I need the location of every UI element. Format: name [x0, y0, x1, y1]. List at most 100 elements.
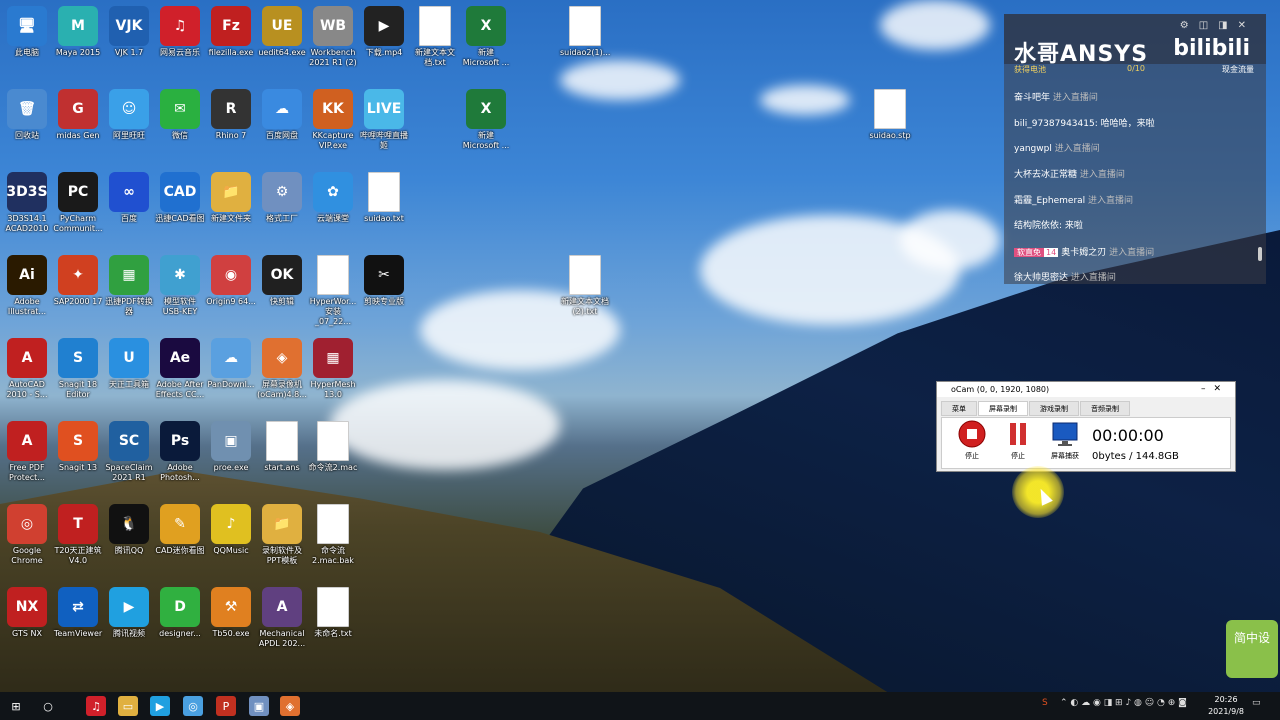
ocam-tab[interactable]: 屏幕录制 — [978, 401, 1028, 416]
app-icon: A — [7, 338, 47, 378]
desktop-icon[interactable]: ✉ 微信 — [155, 89, 205, 141]
desktop-icon[interactable]: NX GTS NX — [2, 587, 52, 639]
desktop-icon[interactable]: A Mechanical APDL 202... — [257, 587, 307, 649]
desktop-icon[interactable]: 📁 录制软件及PPT模板 — [257, 504, 307, 566]
desktop-icon[interactable]: CAD 迅捷CAD看图 — [155, 172, 205, 224]
desktop-icon[interactable]: ▦ 迅捷PDF转换器 — [104, 255, 154, 317]
desktop-icon[interactable]: A AutoCAD 2010 - S... — [2, 338, 52, 400]
window-controls[interactable]: –✕ — [1201, 382, 1229, 397]
tencent-video-taskbar-icon[interactable]: ▶ — [150, 696, 170, 716]
desktop-icon[interactable]: 新建文本文档.txt — [410, 6, 460, 68]
desktop-icon[interactable]: 命令流 2.mac.bak — [308, 504, 358, 566]
desktop-icon[interactable]: ☁ PanDownl... — [206, 338, 256, 390]
desktop-icon[interactable]: UE uedit64.exe — [257, 6, 307, 58]
desktop-icon[interactable]: start.ans — [257, 421, 307, 473]
desktop-icon[interactable]: ✿ 云端课堂 — [308, 172, 358, 224]
desktop-icon[interactable]: SC SpaceClaim 2021 R1 — [104, 421, 154, 483]
desktop-icon[interactable]: R Rhino 7 — [206, 89, 256, 141]
danmaku-user: 霜霾_Ephemeral — [1014, 195, 1089, 206]
desktop-icon[interactable]: ⚒ Tb50.exe — [206, 587, 256, 639]
desktop-icon[interactable]: 🐧 腾讯QQ — [104, 504, 154, 556]
desktop-icon[interactable]: 📁 新建文件夹 — [206, 172, 256, 224]
desktop-icon[interactable]: ▶ 下载.mp4 — [359, 6, 409, 58]
desktop-icon[interactable]: ▣ proe.exe — [206, 421, 256, 473]
search-icon[interactable]: ○ — [38, 696, 58, 716]
desktop-icon[interactable]: ✦ SAP2000 17 — [53, 255, 103, 307]
desktop-icon[interactable]: ♫ 网易云音乐 — [155, 6, 205, 58]
monitor-icon — [1052, 422, 1078, 446]
desktop-icon-label: 微信 — [172, 131, 188, 140]
ocam-tab[interactable]: 游戏录制 — [1029, 401, 1079, 416]
app-icon — [317, 421, 349, 461]
desktop-icon[interactable]: ◉ Origin9 64... — [206, 255, 256, 307]
desktop-icon[interactable]: X 新建 Microsoft ... — [461, 89, 511, 151]
file-explorer-taskbar-icon[interactable]: ▭ — [118, 696, 138, 716]
desktop-icon[interactable]: Ps Adobe Photosh... — [155, 421, 205, 483]
ocam-tabs: 菜单 屏幕录制 游戏录制 音频录制 — [941, 401, 1131, 416]
desktop-icon[interactable]: ▦ HyperMesh 13.0 — [308, 338, 358, 400]
stop-button[interactable]: 停止 — [954, 420, 990, 461]
desktop-icon[interactable]: suidao.txt — [359, 172, 409, 224]
desktop-icon[interactable]: Fz filezilla.exe — [206, 6, 256, 58]
desktop-icon[interactable]: A Free PDF Protect... — [2, 421, 52, 483]
desktop-icon[interactable]: ◎ Google Chrome — [2, 504, 52, 566]
app-icon: ◈ — [262, 338, 302, 378]
desktop-icon[interactable]: M Maya 2015 — [53, 6, 103, 58]
desktop-icon-label: 新建 Microsoft ... — [462, 131, 510, 150]
desktop-icon[interactable]: ✱ 模型软件 USB-KEY — [155, 255, 205, 317]
ocam-tab[interactable]: 菜单 — [941, 401, 977, 416]
bilibili-logo: bilibili — [1173, 36, 1250, 61]
desktop-icon[interactable]: 3D3S 3D3S14.1 ACAD2010 — [2, 172, 52, 234]
danmaku-text: 进入直播间 — [1109, 248, 1155, 259]
desktop-icon[interactable]: ▶ 腾讯视频 — [104, 587, 154, 639]
desktop-icon[interactable]: KK KKcapture VIP.exe — [308, 89, 358, 151]
desktop-icon[interactable]: suidao.stp — [865, 89, 915, 141]
desktop-icon[interactable]: ☺ 阿里旺旺 — [104, 89, 154, 141]
desktop-icon[interactable]: Ai Adobe Illustrat... — [2, 255, 52, 317]
start-windows-icon[interactable]: ⊞ — [6, 696, 26, 716]
desktop-icon[interactable]: 新建文本文档 (2).txt — [560, 255, 610, 317]
tray-app-icon[interactable]: S — [1042, 698, 1048, 708]
desktop-icon-label: Free PDF Protect... — [9, 463, 45, 482]
netease-music-taskbar-icon[interactable]: ♫ — [86, 696, 106, 716]
notification-icon[interactable]: ▭ — [1252, 698, 1261, 708]
pause-button[interactable]: 停止 — [1000, 420, 1036, 461]
screen-capture-button[interactable]: 屏幕捕获 — [1047, 420, 1083, 461]
desktop-icon[interactable]: WB Workbench 2021 R1 (2) — [308, 6, 358, 68]
desktop-icon[interactable]: LIVE 哔哩哔哩直播姬 — [359, 89, 409, 151]
desktop-icon[interactable]: S Snagit 18 Editor — [53, 338, 103, 400]
desktop-icon[interactable]: S Snagit 13 — [53, 421, 103, 473]
powerpoint-taskbar-icon[interactable]: P — [216, 696, 236, 716]
desktop-icon[interactable]: suidao2(1)... — [560, 6, 610, 58]
desktop-icon[interactable]: ⇄ TeamViewer — [53, 587, 103, 639]
desktop-icon[interactable]: ⚙ 格式工厂 — [257, 172, 307, 224]
ocam-tab[interactable]: 音频录制 — [1080, 401, 1130, 416]
desktop-icon[interactable]: X 新建 Microsoft ... — [461, 6, 511, 68]
desktop-icon[interactable]: ∞ 百度 — [104, 172, 154, 224]
desktop-icon[interactable]: 未命名.txt — [308, 587, 358, 639]
chrome-taskbar-icon[interactable]: ◎ — [183, 696, 203, 716]
desktop-icon[interactable]: Gmidas Gen — [53, 89, 103, 141]
desktop-icon[interactable]: T T20天正建筑 V4.0 — [53, 504, 103, 566]
desktop-icon[interactable]: ✂ 剪映专业版 — [359, 255, 409, 307]
desktop-icon[interactable]: 🖥 此电脑 — [2, 6, 52, 58]
desktop-icon[interactable]: ◈ 屏幕录像机 (oCam)4.8... — [257, 338, 307, 400]
desktop-icon[interactable]: ☁ 百度网盘 — [257, 89, 307, 141]
ocam-taskbar-icon[interactable]: ◈ — [280, 696, 300, 716]
taskbar-clock[interactable]: 20:26 2021/9/8 — [1208, 694, 1244, 718]
desktop-icon[interactable]: VJK VJK 1.7 — [104, 6, 154, 58]
desktop-icon[interactable]: PC PyCharm Communit... — [53, 172, 103, 234]
bilibili-window-controls[interactable]: ⚙◫◨✕ — [1180, 20, 1256, 31]
desktop-icon[interactable]: Ddesigner... — [155, 587, 205, 639]
app-taskbar-icon[interactable]: ▣ — [249, 696, 269, 716]
scrollbar[interactable] — [1258, 247, 1262, 261]
desktop-icon[interactable]: ✎ CAD迷你看图 — [155, 504, 205, 556]
desktop-icon[interactable]: 命令流2.mac — [308, 421, 358, 473]
desktop-icon[interactable]: ♪ QQMusic — [206, 504, 256, 556]
desktop-icon[interactable]: Ae Adobe After Effects CC... — [155, 338, 205, 400]
desktop-icon[interactable]: OK 快剪辑 — [257, 255, 307, 307]
desktop-icon[interactable]: HyperWor... 安装_07_22... — [308, 255, 358, 327]
desktop-icon[interactable]: U 天正工具箱 — [104, 338, 154, 390]
desktop-icon[interactable]: 🗑 回收站 — [2, 89, 52, 141]
tray-icons[interactable]: ⌃ ◐ ☁ ◉ ◨ ⊞ ♪ ◍ ☺ ◔ ⊕ ◙ — [1060, 698, 1187, 708]
